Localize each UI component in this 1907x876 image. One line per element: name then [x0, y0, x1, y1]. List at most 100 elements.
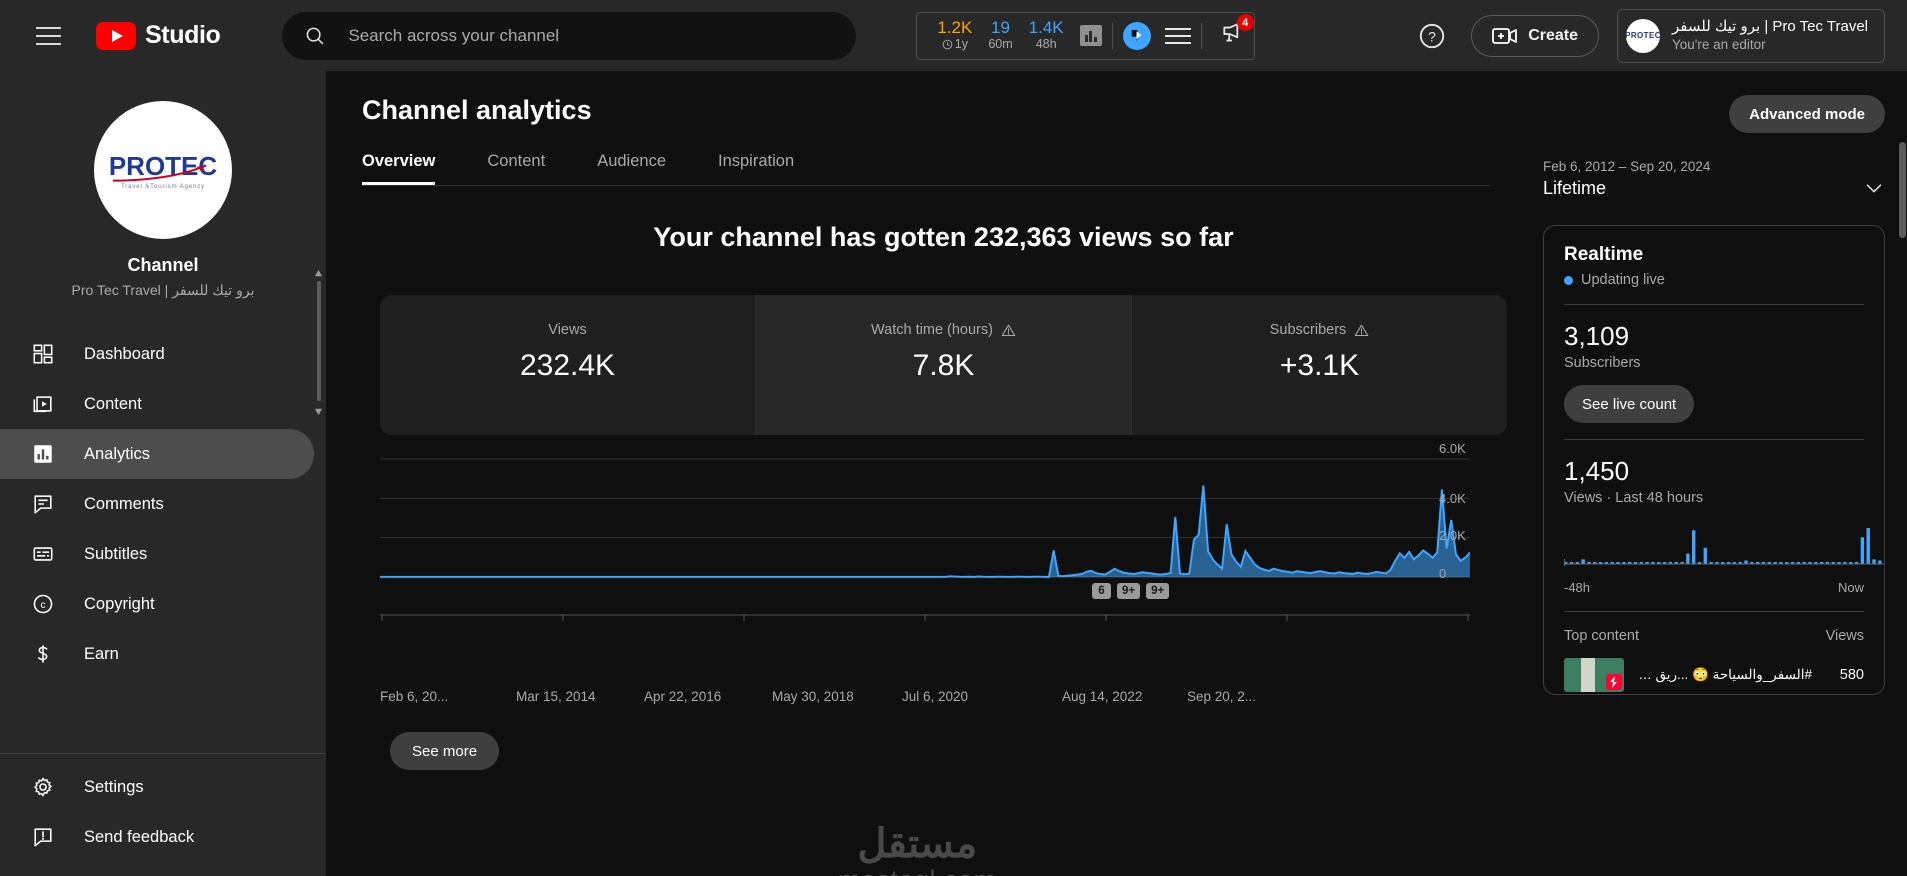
divider — [1564, 611, 1864, 612]
tab-inspiration[interactable]: Inspiration — [718, 152, 794, 185]
youtube-studio-analytics-page: Studio Search across your channel 1.2K 1… — [0, 0, 1907, 876]
chart-badge[interactable]: 6 — [1092, 583, 1111, 599]
metric-label-text: Watch time (hours) — [871, 322, 993, 338]
divider — [1111, 22, 1113, 49]
live-stream-icon[interactable] — [1122, 21, 1151, 50]
dollar-icon — [30, 641, 56, 667]
chart-badge[interactable]: 9+ — [1117, 583, 1141, 599]
chevron-down-icon[interactable] — [1863, 177, 1885, 199]
sidebar-bottom: Settings Send feedback — [0, 745, 326, 876]
sidebar-scrollbar[interactable] — [317, 281, 321, 401]
metric-card-value: +3.1K — [1279, 349, 1360, 382]
sidebar-item-subtitles[interactable]: Subtitles — [0, 529, 314, 579]
sidebar-item-settings[interactable]: Settings — [0, 762, 314, 812]
search-input[interactable]: Search across your channel — [282, 11, 857, 60]
gear-icon — [30, 774, 56, 800]
realtime-sparkline[interactable] — [1564, 520, 1884, 576]
sidebar-item-label: Dashboard — [84, 344, 165, 363]
content-video-icon — [30, 391, 56, 417]
live-status-text: Updating live — [1581, 272, 1665, 288]
advanced-mode-button[interactable]: Advanced mode — [1729, 95, 1885, 133]
sparkline-right-label: Now — [1837, 580, 1864, 595]
sidebar-item-label: Content — [84, 394, 142, 413]
stat-1y-sub: 1y — [954, 37, 968, 51]
sidebar-item-send-feedback[interactable]: Send feedback — [0, 812, 314, 862]
metric-card-views[interactable]: Views 232.4K — [380, 295, 755, 435]
realtime-card: Realtime Updating live 3,109 Subscribers… — [1543, 225, 1885, 695]
sidebar-item-dashboard[interactable]: Dashboard — [0, 329, 314, 379]
list-item[interactable]: #السفر_والسياحة 😳 ...ريق فى العالم 580 — [1564, 658, 1864, 692]
sidebar-item-earn[interactable]: Earn — [0, 629, 314, 679]
sidebar-item-content[interactable]: Content — [0, 379, 314, 429]
analytics-column: Channel analytics Overview Content Audie… — [326, 71, 1525, 876]
svg-text:?: ? — [1428, 28, 1436, 44]
metric-card-label: Watch time (hours) — [871, 322, 1016, 338]
page-body: PROTEC Travel &Tourism Agency Channel بر… — [0, 71, 1907, 876]
divider — [1564, 439, 1864, 440]
metric-cards: Views 232.4K Watch time (hours) 7.8K Sub… — [380, 295, 1507, 435]
date-range-selector[interactable]: Feb 6, 2012 – Sep 20, 2024 Lifetime — [1543, 159, 1885, 199]
x-tick-label: May 30, 2018 — [772, 689, 854, 704]
scroll-down-arrow-icon[interactable] — [314, 407, 323, 416]
warning-triangle-icon[interactable] — [1354, 323, 1369, 338]
views-chart[interactable]: 6.0K 4.0K 2.0K 0 6 9+ 9+ — [380, 441, 1507, 679]
scroll-up-arrow-icon[interactable] — [314, 269, 323, 278]
youtube-play-icon — [96, 21, 136, 50]
page-scrollbar[interactable] — [1899, 142, 1906, 238]
see-more-button[interactable]: See more — [390, 732, 500, 770]
help-button[interactable]: ? — [1411, 15, 1453, 57]
svg-text:c: c — [40, 600, 45, 611]
search-container: Search across your channel — [282, 11, 857, 60]
sidebar-item-label: Send feedback — [84, 827, 195, 846]
sidebar-item-label: Copyright — [84, 594, 155, 613]
sidebar-item-comments[interactable]: Comments — [0, 479, 314, 529]
sparkline-labels: -48h Now — [1564, 580, 1864, 595]
divider — [1200, 22, 1202, 49]
sidebar-item-label: Analytics — [84, 444, 151, 463]
metric-cards-wrap: Views 232.4K Watch time (hours) 7.8K Sub… — [380, 295, 1507, 435]
metric-label-text: Subscribers — [1269, 322, 1347, 338]
date-range-text: Feb 6, 2012 – Sep 20, 2024 — [1543, 159, 1711, 174]
analytics-headline: Your channel has gotten 232,363 views so… — [653, 222, 1234, 252]
tab-overview[interactable]: Overview — [362, 152, 436, 185]
hamburger-icon[interactable] — [26, 14, 70, 58]
sidebar-item-copyright[interactable]: c Copyright — [0, 579, 314, 629]
divider — [0, 753, 326, 754]
top-content-label: Top content — [1564, 628, 1639, 644]
top-content-header: Top content Views — [1564, 628, 1864, 644]
studio-logo[interactable]: Studio — [96, 21, 221, 50]
avatar: PROTEC — [1626, 18, 1661, 53]
create-button[interactable]: Create — [1471, 14, 1600, 57]
notifications-button[interactable]: 4 — [1220, 14, 1254, 51]
sidebar-item-analytics[interactable]: Analytics — [0, 429, 314, 479]
metric-card-subscribers[interactable]: Subscribers +3.1K — [1131, 295, 1507, 435]
sidebar-item-label: Comments — [84, 494, 164, 513]
tab-label: Content — [487, 152, 546, 170]
x-tick-label: Aug 14, 2022 — [1062, 689, 1143, 704]
account-chip[interactable]: PROTEC برو تيك للسفر | Pro Tec Travel Yo… — [1617, 8, 1885, 63]
bar-chart-icon[interactable] — [1079, 25, 1102, 46]
stat-60m[interactable]: 19 60m — [980, 19, 1020, 52]
dashboard-icon — [30, 341, 56, 367]
chart-badge[interactable]: 9+ — [1146, 583, 1170, 599]
stat-1y[interactable]: 1.2K 1y — [929, 19, 980, 52]
studio-logo-text: Studio — [145, 21, 221, 49]
analytics-tabs: Overview Content Audience Inspiration — [362, 152, 1525, 185]
x-tick-label: Mar 15, 2014 — [516, 689, 596, 704]
protec-logo-word: PROTEC — [108, 150, 218, 181]
stat-48h[interactable]: 1.4K 48h — [1021, 19, 1072, 52]
studio-menu-icon[interactable] — [1164, 27, 1191, 44]
channel-avatar[interactable]: PROTEC Travel &Tourism Agency — [94, 101, 232, 239]
clock-icon — [942, 39, 953, 50]
tab-content[interactable]: Content — [487, 152, 545, 185]
warning-triangle-icon[interactable] — [1001, 323, 1016, 338]
copyright-icon: c — [30, 591, 56, 617]
tab-audience[interactable]: Audience — [597, 152, 666, 185]
video-plus-icon — [1492, 27, 1518, 44]
search-placeholder: Search across your channel — [348, 25, 560, 45]
see-live-count-button[interactable]: See live count — [1564, 385, 1695, 423]
metric-card-watch-time[interactable]: Watch time (hours) 7.8K — [755, 295, 1131, 435]
account-name: برو تيك للسفر | Pro Tec Travel — [1672, 18, 1868, 35]
metric-card-label: Subscribers — [1270, 322, 1370, 338]
realtime-subscribers-value: 3,109 — [1564, 321, 1630, 351]
